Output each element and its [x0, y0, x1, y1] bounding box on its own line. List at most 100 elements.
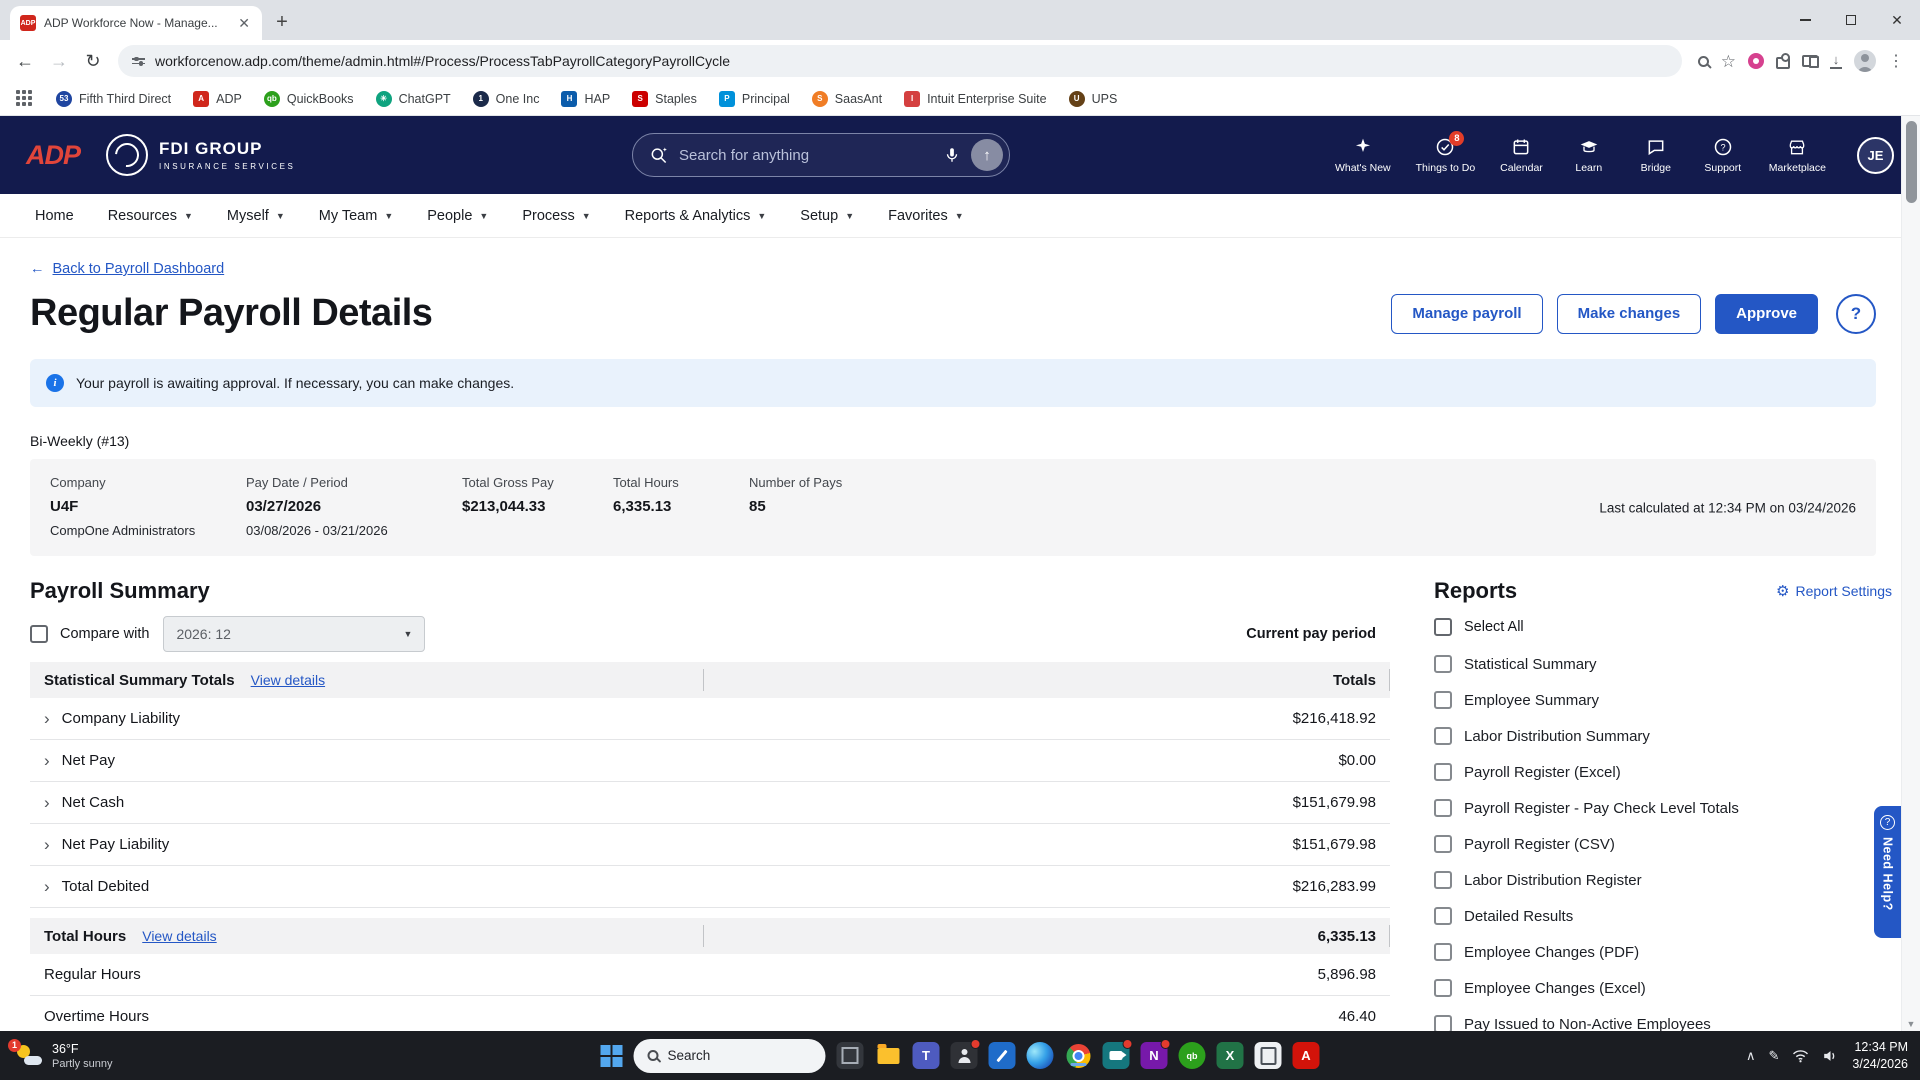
compare-with-checkbox[interactable]: [30, 625, 48, 643]
bookmark-star-icon[interactable]: ☆: [1721, 53, 1736, 70]
weather-widget[interactable]: 1 36°F Partly sunny: [8, 1038, 113, 1070]
volume-icon[interactable]: [1822, 1049, 1839, 1063]
report-checkbox[interactable]: [1434, 655, 1452, 673]
wifi-icon[interactable]: [1792, 1049, 1809, 1063]
browser-profile-avatar[interactable]: [1854, 50, 1876, 72]
tab-close-icon[interactable]: ✕: [236, 15, 252, 32]
window-minimize-button[interactable]: [1782, 0, 1828, 40]
extensions-puzzle-icon[interactable]: [1776, 53, 1790, 69]
table-row-net-pay-liability[interactable]: › Net Pay Liability $151,679.98: [30, 824, 1390, 866]
apps-grid-icon[interactable]: [16, 89, 20, 94]
bookmark-hap[interactable]: H HAP: [561, 90, 610, 107]
manage-payroll-button[interactable]: Manage payroll: [1391, 293, 1543, 334]
nav-item-reports-analytics[interactable]: Reports & Analytics ▼: [608, 194, 784, 237]
nav-item-process[interactable]: Process ▼: [505, 194, 607, 237]
address-bar[interactable]: [118, 45, 1682, 77]
reload-icon[interactable]: ↻: [78, 46, 108, 76]
app-icon-adobe-acrobat[interactable]: A: [1292, 1042, 1320, 1069]
nav-item-setup[interactable]: Setup ▼: [783, 194, 871, 237]
zoom-search-icon[interactable]: [1697, 55, 1709, 67]
pen-input-icon[interactable]: ✎: [1768, 1048, 1779, 1064]
report-checkbox[interactable]: [1434, 727, 1452, 745]
tray-chevron-up-icon[interactable]: ∧: [1746, 1048, 1756, 1064]
bookmark-ups[interactable]: U UPS: [1068, 90, 1117, 107]
view-details-link[interactable]: View details: [251, 672, 325, 688]
expand-chevron-icon[interactable]: ›: [44, 878, 50, 895]
report-checkbox[interactable]: [1434, 943, 1452, 961]
back-icon[interactable]: ←: [10, 46, 40, 76]
need-help-tab[interactable]: ? Need Help?: [1874, 806, 1901, 938]
browser-menu-icon[interactable]: ⋮: [1888, 51, 1904, 71]
expand-chevron-icon[interactable]: ›: [44, 836, 50, 853]
calendar-button[interactable]: Calendar: [1500, 137, 1543, 174]
report-checkbox[interactable]: [1434, 907, 1452, 925]
site-settings-icon[interactable]: [132, 56, 145, 65]
make-changes-button[interactable]: Make changes: [1556, 293, 1702, 334]
forward-icon[interactable]: →: [44, 46, 74, 76]
app-icon-photos[interactable]: [836, 1042, 864, 1069]
select-all-checkbox[interactable]: [1434, 618, 1452, 636]
scrollbar-thumb[interactable]: [1906, 121, 1917, 203]
things-to-do-button[interactable]: 8 Things to Do: [1416, 130, 1475, 174]
report-checkbox[interactable]: [1434, 871, 1452, 889]
report-checkbox[interactable]: [1434, 691, 1452, 709]
nav-item-resources[interactable]: Resources ▼: [91, 194, 210, 237]
back-to-dashboard-link[interactable]: ← Back to Payroll Dashboard: [30, 261, 224, 277]
approve-button[interactable]: Approve: [1715, 293, 1818, 334]
bookmark-quickbooks[interactable]: qb QuickBooks: [263, 90, 354, 107]
app-icon-edge[interactable]: [1026, 1042, 1054, 1069]
browser-tab[interactable]: ADP ADP Workforce Now - Manage... ✕: [10, 6, 262, 40]
support-button[interactable]: ? Support: [1702, 137, 1744, 174]
nav-item-people[interactable]: People ▼: [410, 194, 505, 237]
bookmark-fifth-third[interactable]: 53 Fifth Third Direct: [56, 90, 171, 107]
bookmark-adp[interactable]: A ADP: [193, 90, 242, 107]
report-checkbox[interactable]: [1434, 799, 1452, 817]
app-icon-chrome[interactable]: [1065, 1042, 1092, 1069]
report-checkbox[interactable]: [1434, 1015, 1452, 1031]
scrollbar-down-arrow-icon[interactable]: ▼: [1902, 1019, 1920, 1029]
pinned-extension-icon[interactable]: [1748, 53, 1764, 69]
app-icon-excel[interactable]: X: [1216, 1042, 1244, 1069]
bookmark-principal[interactable]: P Principal: [718, 90, 790, 107]
nav-item-myself[interactable]: Myself ▼: [210, 194, 302, 237]
table-row-net-pay[interactable]: › Net Pay $0.00: [30, 740, 1390, 782]
report-settings-link[interactable]: ⚙ Report Settings: [1776, 583, 1892, 599]
global-search-bar[interactable]: ↑: [632, 133, 1010, 177]
app-icon-file-explorer[interactable]: [875, 1042, 902, 1069]
new-tab-button[interactable]: +: [268, 8, 296, 36]
window-close-button[interactable]: ✕: [1874, 0, 1920, 40]
learn-button[interactable]: Learn: [1568, 137, 1610, 174]
bookmark-intuit[interactable]: I Intuit Enterprise Suite: [904, 90, 1047, 107]
expand-chevron-icon[interactable]: ›: [44, 794, 50, 811]
app-icon-quickbooks[interactable]: qb: [1178, 1042, 1206, 1069]
bookmark-one-inc[interactable]: 1 One Inc: [472, 90, 539, 107]
start-button[interactable]: [600, 1044, 623, 1067]
downloads-icon[interactable]: ↓: [1830, 53, 1842, 69]
window-maximize-button[interactable]: [1828, 0, 1874, 40]
app-icon-pen-app[interactable]: [988, 1042, 1016, 1069]
app-icon-calculator[interactable]: [1254, 1042, 1282, 1069]
app-icon-camera[interactable]: [1102, 1039, 1133, 1069]
app-icon-contacts[interactable]: [950, 1039, 981, 1069]
microphone-icon[interactable]: [943, 146, 961, 164]
url-input[interactable]: [155, 53, 1668, 69]
global-search-input[interactable]: [679, 146, 933, 164]
page-scrollbar[interactable]: ▼: [1901, 116, 1920, 1031]
bookmark-staples[interactable]: S Staples: [632, 90, 697, 107]
bridge-button[interactable]: Bridge: [1635, 137, 1677, 174]
compare-period-select[interactable]: 2026: 12 ▼: [163, 616, 426, 652]
nav-item-home[interactable]: Home: [18, 194, 91, 237]
report-checkbox[interactable]: [1434, 979, 1452, 997]
app-icon-teams[interactable]: T: [912, 1042, 940, 1069]
nav-item-my-team[interactable]: My Team ▼: [302, 194, 410, 237]
expand-chevron-icon[interactable]: ›: [44, 752, 50, 769]
table-row-total-debited[interactable]: › Total Debited $216,283.99: [30, 866, 1390, 908]
view-details-link[interactable]: View details: [142, 928, 216, 944]
report-checkbox[interactable]: [1434, 763, 1452, 781]
table-row-company-liability[interactable]: › Company Liability $216,418.92: [30, 698, 1390, 740]
taskbar-clock[interactable]: 12:34 PM 3/24/2026: [1852, 1039, 1908, 1073]
help-button[interactable]: ?: [1836, 293, 1876, 334]
taskbar-search[interactable]: Search: [633, 1038, 826, 1073]
nav-item-favorites[interactable]: Favorites ▼: [871, 194, 981, 237]
user-avatar[interactable]: JE: [1857, 136, 1894, 174]
